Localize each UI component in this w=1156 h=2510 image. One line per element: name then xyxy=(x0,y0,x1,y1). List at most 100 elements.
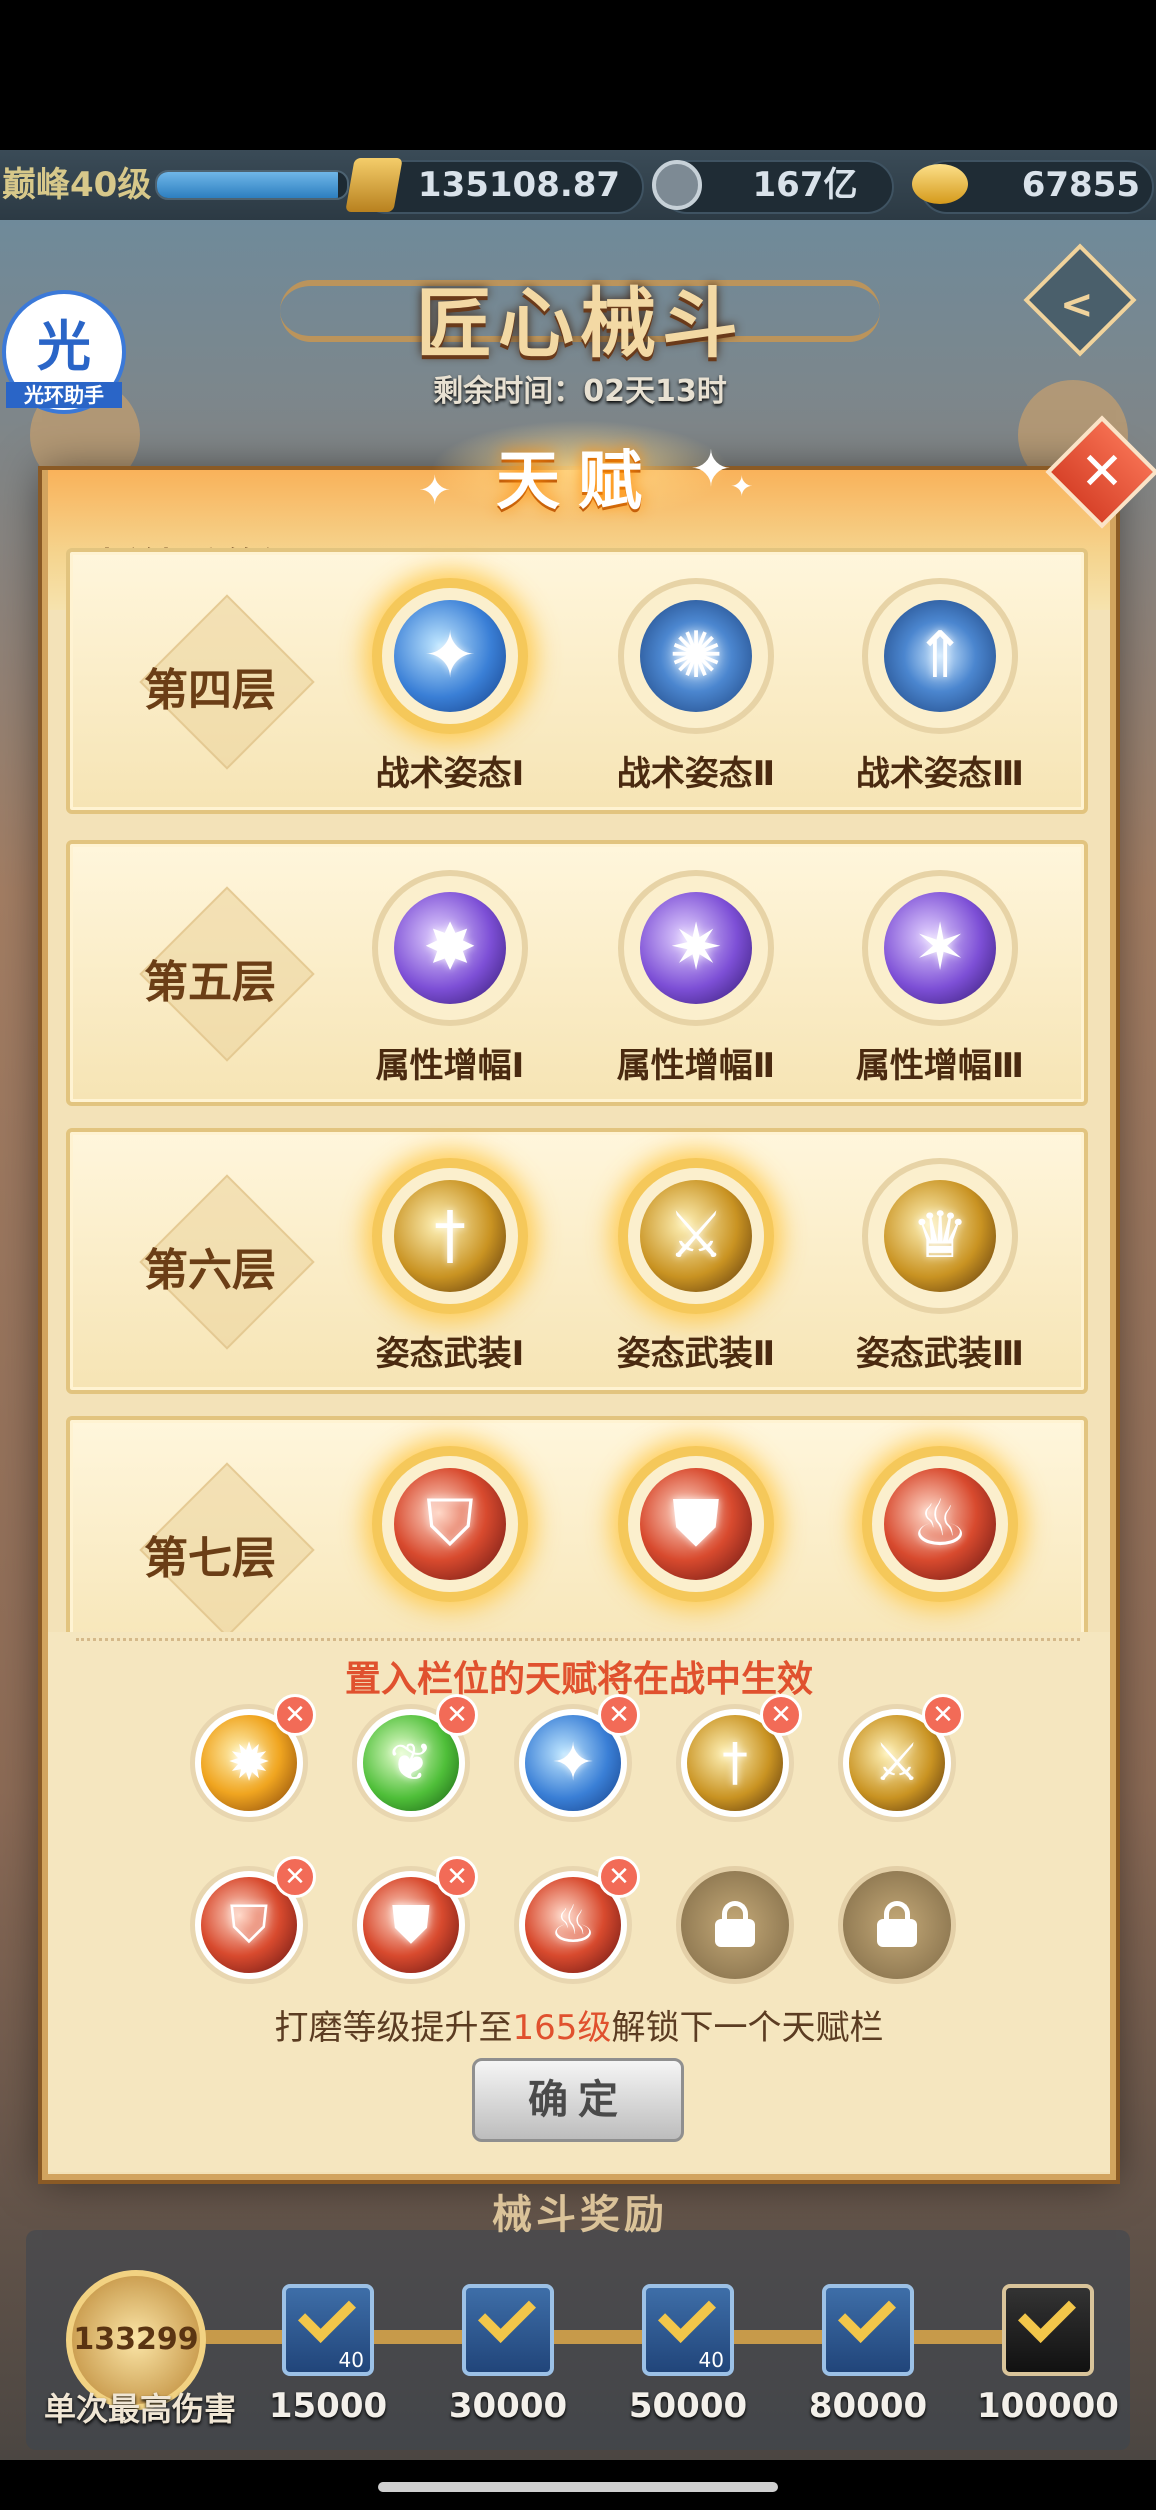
remove-slot-button[interactable]: ✕ xyxy=(760,1694,802,1736)
helper-badge[interactable]: 光 光环助手 xyxy=(2,290,126,414)
close-icon[interactable]: ✕ xyxy=(1062,432,1142,512)
talent-node-name: 属性增幅Ⅱ xyxy=(616,1046,776,1086)
talent-node[interactable]: ♛ xyxy=(862,1158,1018,1314)
helper-badge-char: 光 xyxy=(37,315,91,378)
lock-icon xyxy=(875,1901,919,1947)
red-shield-icon-glyph: ⛉ xyxy=(426,1487,474,1561)
confirm-button[interactable]: 确定 xyxy=(472,2058,684,2142)
red-shield-icon: ⛉ xyxy=(394,1468,506,1580)
talent-node-name: 战术姿态Ⅱ xyxy=(616,754,776,794)
talent-node[interactable]: ⚔ xyxy=(618,1158,774,1314)
reward-chest[interactable] xyxy=(462,2284,554,2376)
blue-arrow-icon: ⇑ xyxy=(884,600,996,712)
gold-sword-icon: † xyxy=(394,1180,506,1292)
talent-node-name: 属性增幅Ⅰ xyxy=(375,1046,525,1086)
purple-spikes-icon: ✷ xyxy=(640,892,752,1004)
remove-slot-button[interactable]: ✕ xyxy=(274,1856,316,1898)
talent-node-name: 姿态武装Ⅱ xyxy=(616,1334,776,1374)
reward-threshold: 50000 xyxy=(628,2386,748,2426)
talent-node-name: 属性增幅Ⅲ xyxy=(855,1046,1025,1086)
talent-node-name: 战术姿态Ⅰ xyxy=(375,754,525,794)
unlock-suffix: 解锁下一个天赋栏 xyxy=(611,2008,884,2048)
talent-node[interactable]: † xyxy=(372,1158,528,1314)
event-timer: 剩余时间：02天13时 xyxy=(433,374,727,409)
unlock-level: 165级 xyxy=(512,2008,612,2048)
blue-slash-icon: ✦ xyxy=(394,600,506,712)
reward-chest[interactable]: 40 xyxy=(642,2284,734,2376)
sparkle-icon: ✦ xyxy=(418,468,452,514)
check-icon xyxy=(1018,2285,1076,2343)
tier-label: 第七层 xyxy=(144,1533,276,1584)
sparkle-icon: ✦ xyxy=(730,470,754,503)
blue-slash-icon-glyph: ✦ xyxy=(423,619,477,693)
reward-title: 械斗奖励 xyxy=(492,2192,668,2238)
gold-sword-crown-icon: ♛ xyxy=(884,1180,996,1292)
remove-slot-button[interactable]: ✕ xyxy=(436,1856,478,1898)
reward-threshold: 100000 xyxy=(977,2386,1119,2426)
talent-node-name: 战术姿态Ⅲ xyxy=(855,754,1025,794)
gold-sword-icon-glyph: † xyxy=(434,1199,466,1273)
talent-node[interactable]: ⛉ xyxy=(372,1446,528,1602)
coin-icon xyxy=(652,160,702,210)
slot-hint: 置入栏位的天赋将在战中生效 xyxy=(344,1659,813,1700)
talent-node-name: 姿态武装Ⅲ xyxy=(855,1334,1025,1374)
coin-value: 167亿 xyxy=(752,165,858,205)
gold-sword-strike-icon-glyph: ⚔ xyxy=(667,1199,725,1273)
blue-vortex-icon: ✺ xyxy=(640,600,752,712)
gold-value: 67855 xyxy=(1021,165,1140,205)
remove-slot-button[interactable]: ✕ xyxy=(274,1694,316,1736)
level-progress-fill xyxy=(157,172,338,198)
reward-quantity: 40 xyxy=(698,2348,724,2372)
unlock-hint: 打磨等级提升至165级解锁下一个天赋栏 xyxy=(48,2000,1110,2049)
talent-node[interactable]: ⇑ xyxy=(862,578,1018,734)
tier-label: 第六层 xyxy=(144,1245,276,1296)
remove-slot-button[interactable]: ✕ xyxy=(922,1694,964,1736)
unlock-prefix: 打磨等级提升至 xyxy=(274,2008,513,2048)
reward-threshold: 30000 xyxy=(448,2386,568,2426)
power-icon xyxy=(345,158,403,212)
event-title: 匠心械斗 xyxy=(416,279,744,368)
remove-slot-button[interactable]: ✕ xyxy=(598,1856,640,1898)
talent-node[interactable]: ✺ xyxy=(618,578,774,734)
purple-claw-icon: ✶ xyxy=(884,892,996,1004)
check-icon xyxy=(298,2285,356,2343)
chevron-left-icon: < xyxy=(1060,282,1094,328)
divider xyxy=(76,1638,1080,1641)
purple-burst-icon: ✸ xyxy=(394,892,506,1004)
talent-modal-title: 天赋 xyxy=(496,445,660,519)
lock-icon xyxy=(713,1901,757,1947)
tier-label: 第四层 xyxy=(144,665,276,716)
talent-node[interactable]: ✦ xyxy=(372,578,528,734)
talent-node[interactable]: ⛊ xyxy=(618,1446,774,1602)
talent-node[interactable]: ✸ xyxy=(372,870,528,1026)
locked-slot xyxy=(838,1866,956,1984)
reward-chest[interactable]: 40 xyxy=(282,2284,374,2376)
check-icon xyxy=(658,2285,716,2343)
home-indicator[interactable] xyxy=(378,2482,778,2492)
reward-chest[interactable] xyxy=(1002,2284,1094,2376)
talent-node[interactable]: ✷ xyxy=(618,870,774,1026)
purple-claw-icon-glyph: ✶ xyxy=(913,911,967,985)
remove-slot-button[interactable]: ✕ xyxy=(436,1694,478,1736)
red-shield-spin-icon: ⛊ xyxy=(640,1468,752,1580)
reward-chest[interactable] xyxy=(822,2284,914,2376)
red-flame-shield-icon-glyph: ♨ xyxy=(911,1487,969,1561)
helper-badge-label: 光环助手 xyxy=(6,382,122,408)
level-progress-bar xyxy=(155,170,349,200)
talent-node[interactable]: ✶ xyxy=(862,870,1018,1026)
locked-slot xyxy=(676,1866,794,1984)
gold-sword-strike-icon: ⚔ xyxy=(640,1180,752,1292)
sparkle-icon: ✦ xyxy=(690,440,732,498)
talent-node[interactable]: ♨ xyxy=(862,1446,1018,1602)
blue-vortex-icon-glyph: ✺ xyxy=(669,619,723,693)
purple-burst-icon-glyph: ✸ xyxy=(423,911,477,985)
gold-ingot-icon xyxy=(912,164,968,204)
gold-sword-crown-icon-glyph: ♛ xyxy=(911,1199,969,1273)
check-icon xyxy=(478,2285,536,2343)
check-icon xyxy=(838,2285,896,2343)
red-flame-shield-icon: ♨ xyxy=(884,1468,996,1580)
blue-arrow-icon-glyph: ⇑ xyxy=(913,619,967,693)
lock-body xyxy=(877,1919,917,1947)
purple-spikes-icon-glyph: ✷ xyxy=(669,911,723,985)
remove-slot-button[interactable]: ✕ xyxy=(598,1694,640,1736)
